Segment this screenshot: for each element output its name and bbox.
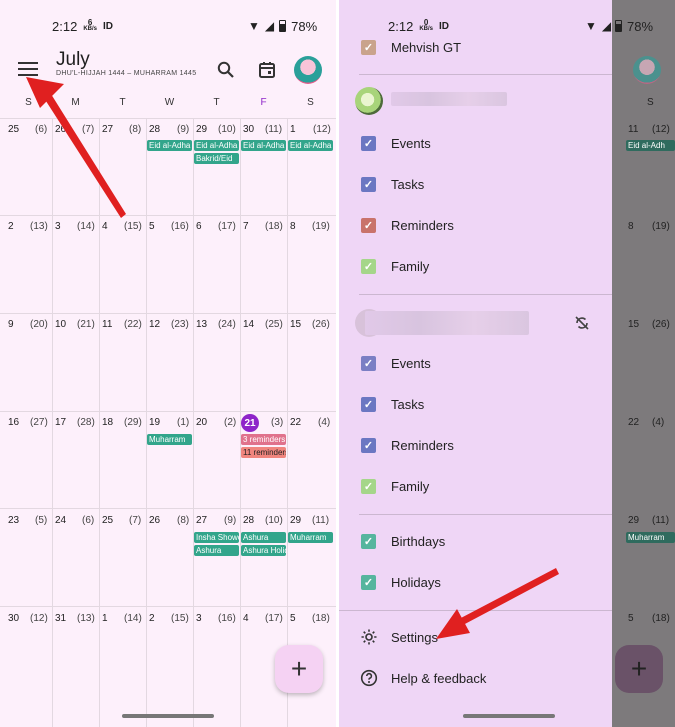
arrow-to-settings — [436, 568, 559, 639]
arrow-to-menu — [26, 77, 126, 218]
annotation-arrows — [26, 77, 559, 639]
